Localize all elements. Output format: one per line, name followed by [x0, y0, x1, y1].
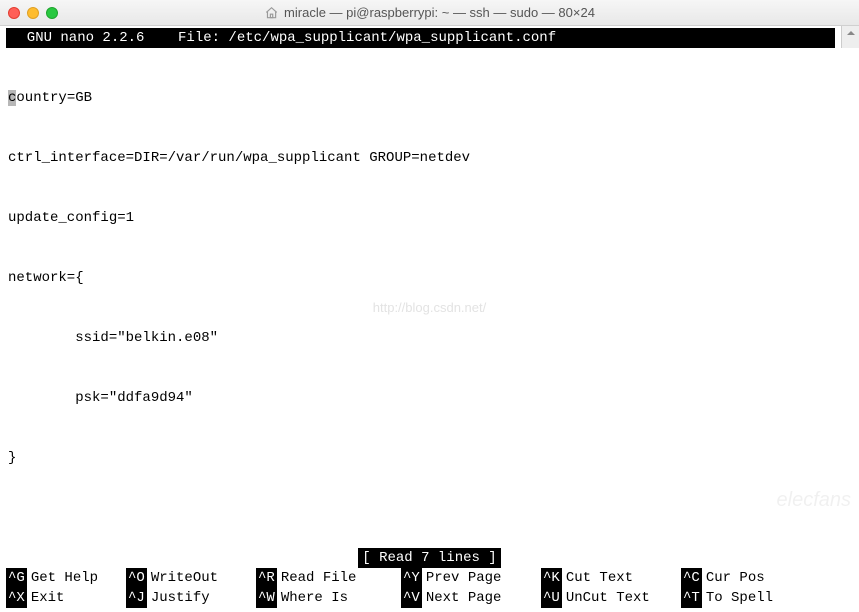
- file-line-2: ctrl_interface=DIR=/var/run/wpa_supplica…: [8, 148, 851, 168]
- shortcut-row-1: ^GGet Help ^OWriteOut ^RRead File ^YPrev…: [6, 568, 853, 588]
- nano-status-text: [ Read 7 lines ]: [358, 548, 500, 568]
- nano-header: GNU nano 2.2.6 File: /etc/wpa_supplicant…: [6, 28, 835, 48]
- file-line-6: psk="ddfa9d94": [8, 388, 851, 408]
- shortcut-where-is[interactable]: ^WWhere Is: [256, 588, 401, 608]
- watermark: http://blog.csdn.net/: [373, 298, 486, 318]
- shortcut-read-file[interactable]: ^RRead File: [256, 568, 401, 588]
- shortcut-exit[interactable]: ^XExit: [6, 588, 126, 608]
- nano-shortcuts: ^GGet Help ^OWriteOut ^RRead File ^YPrev…: [0, 568, 859, 612]
- window-titlebar: miracle — pi@raspberrypi: ~ — ssh — sudo…: [0, 0, 859, 26]
- file-line-1: country=GB: [8, 88, 851, 108]
- shortcut-justify[interactable]: ^JJustify: [126, 588, 256, 608]
- file-line-5: ssid="belkin.e08": [8, 328, 851, 348]
- shortcut-writeout[interactable]: ^OWriteOut: [126, 568, 256, 588]
- traffic-lights: [8, 7, 58, 19]
- home-icon: [264, 6, 278, 20]
- editor-content[interactable]: country=GB ctrl_interface=DIR=/var/run/w…: [0, 48, 859, 548]
- corner-watermark: elecfans: [777, 490, 852, 510]
- shortcut-cur-pos[interactable]: ^CCur Pos: [681, 568, 821, 588]
- shortcut-get-help[interactable]: ^GGet Help: [6, 568, 126, 588]
- window-title: miracle — pi@raspberrypi: ~ — ssh — sudo…: [264, 5, 595, 20]
- minimize-window-button[interactable]: [27, 7, 39, 19]
- shortcut-row-2: ^XExit ^JJustify ^WWhere Is ^VNext Page …: [6, 588, 853, 608]
- shortcut-cut-text[interactable]: ^KCut Text: [541, 568, 681, 588]
- shortcut-to-spell[interactable]: ^TTo Spell: [681, 588, 821, 608]
- window-title-text: miracle — pi@raspberrypi: ~ — ssh — sudo…: [284, 5, 595, 20]
- shortcut-prev-page[interactable]: ^YPrev Page: [401, 568, 541, 588]
- close-window-button[interactable]: [8, 7, 20, 19]
- shortcut-next-page[interactable]: ^VNext Page: [401, 588, 541, 608]
- shortcut-uncut-text[interactable]: ^UUnCut Text: [541, 588, 681, 608]
- scrollbar[interactable]: [841, 26, 859, 48]
- file-line-3: update_config=1: [8, 208, 851, 228]
- terminal-area[interactable]: GNU nano 2.2.6 File: /etc/wpa_supplicant…: [0, 26, 859, 529]
- scroll-up-icon: [846, 28, 856, 38]
- file-line-7: }: [8, 448, 851, 468]
- nano-header-row: GNU nano 2.2.6 File: /etc/wpa_supplicant…: [0, 26, 859, 48]
- file-line-4: network={: [8, 268, 851, 288]
- nano-status-line: [ Read 7 lines ]: [0, 548, 859, 568]
- maximize-window-button[interactable]: [46, 7, 58, 19]
